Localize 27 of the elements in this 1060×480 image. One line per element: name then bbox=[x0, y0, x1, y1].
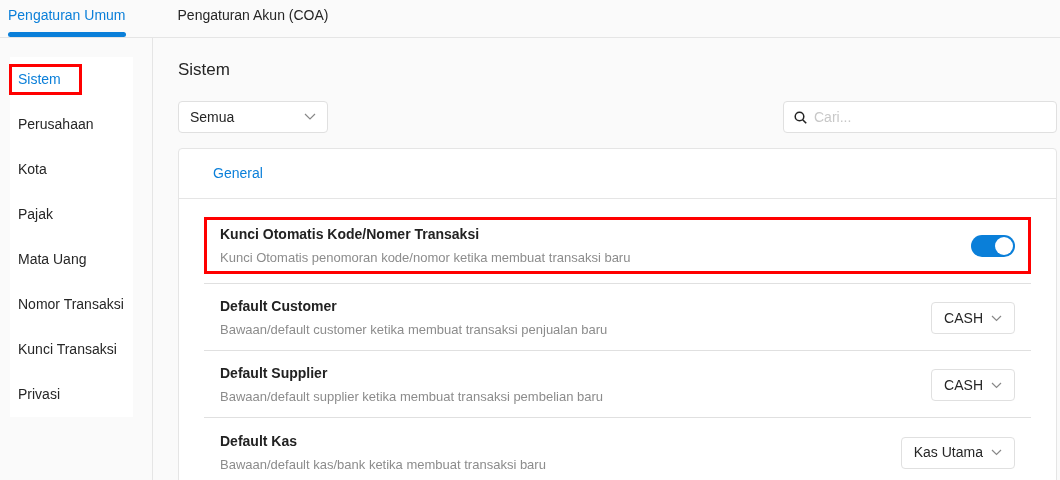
chevron-down-icon bbox=[304, 113, 316, 121]
toggle-switch[interactable] bbox=[971, 234, 1015, 257]
sidebar-item[interactable]: Pajak bbox=[18, 204, 54, 225]
setting-description: Bawaan/default supplier ketika membuat transaksi pembelian baru bbox=[220, 388, 603, 407]
sidebar-item[interactable]: Sistem bbox=[9, 64, 82, 95]
filter-dropdown[interactable]: Semua bbox=[178, 101, 328, 133]
chevron-down-icon bbox=[991, 449, 1002, 456]
setting-description: Bawaan/default kas/bank ketika membuat transaksi baru bbox=[220, 455, 546, 474]
select-dropdown[interactable]: CASH bbox=[931, 369, 1015, 401]
tab[interactable]: Pengaturan Umum bbox=[8, 0, 126, 38]
filter-value: Semua bbox=[190, 107, 235, 127]
sidebar-item[interactable]: Kota bbox=[18, 159, 47, 180]
setting-title: Default Supplier bbox=[220, 364, 329, 384]
search-icon bbox=[794, 111, 807, 124]
setting-title: Kunci Otomatis Kode/Nomer Transaksi bbox=[220, 224, 481, 244]
sidebar-item[interactable]: Privasi bbox=[18, 384, 60, 405]
page-title: Sistem bbox=[178, 59, 231, 81]
chevron-down-icon bbox=[991, 314, 1002, 322]
chevron-down-icon bbox=[991, 381, 1002, 389]
setting-title: Default Kas bbox=[220, 431, 299, 451]
select-dropdown[interactable]: Kas Utama bbox=[900, 436, 1015, 469]
setting-title: Default Customer bbox=[220, 297, 338, 317]
select-dropdown[interactable]: CASH bbox=[931, 302, 1015, 334]
setting-description: Bawaan/default customer ketika membuat transaksi penjualan baru bbox=[220, 321, 608, 340]
section-title: General bbox=[213, 164, 263, 183]
setting-description: Kunci Otomatis penomoran kode/nomor ketika membuat transaksi baru bbox=[220, 248, 631, 267]
tab[interactable]: Pengaturan Akun (COA) bbox=[177, 0, 329, 38]
